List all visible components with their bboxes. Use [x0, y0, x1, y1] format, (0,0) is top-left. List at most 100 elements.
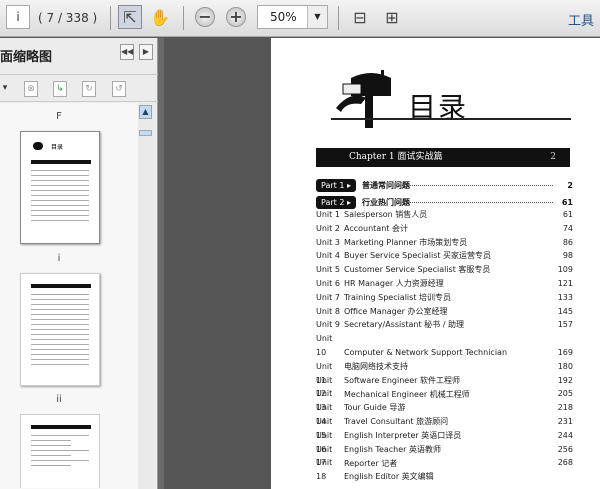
- expand-panel-button[interactable]: ▶: [139, 44, 153, 60]
- toc-unit[interactable]: Unit 7 Training Specialist 培训专员 133: [316, 291, 573, 305]
- unit-page: 157: [557, 320, 573, 330]
- unit-title: English Editor 英文编辑: [344, 472, 434, 482]
- tools-menu[interactable]: 工具: [568, 10, 594, 29]
- panel-title: 面缩略图: [0, 50, 53, 65]
- thumbnails-panel: 面缩略图 ◀◀ ▶ ▾ ⊗ ↳ ↻ ↺ F 目录 i ii ▲: [0, 38, 158, 489]
- fit-width-icon: ⊟: [353, 7, 367, 27]
- collapse-panel-button[interactable]: ◀◀: [120, 44, 134, 60]
- unit-title: Secretary/Assistant 秘书 / 助理: [344, 320, 464, 330]
- thumbnail-page-iii[interactable]: [20, 414, 100, 488]
- part-badge: Part 1 ▸: [316, 179, 356, 192]
- unit-number: Unit 18: [316, 458, 333, 482]
- unit-page: 74: [562, 223, 573, 233]
- unit-number: Unit 6: [316, 279, 340, 288]
- unit-page: 268: [557, 458, 573, 468]
- fit-page-button[interactable]: ⊞: [380, 5, 404, 29]
- leader-dots: [396, 185, 553, 186]
- unit-page: 61: [562, 210, 573, 219]
- unit-number: Unit 7: [316, 292, 340, 302]
- select-tool-button[interactable]: ⇱: [118, 5, 142, 29]
- unit-page: 205: [557, 389, 573, 399]
- toc-part[interactable]: Part 1 ▸ 普通常问问题 2: [316, 179, 573, 192]
- zoom-value: 50%: [270, 10, 297, 24]
- unit-title: Training Specialist 培训专员: [344, 292, 452, 302]
- thumbnail-page-i[interactable]: 目录: [20, 131, 100, 244]
- options-dropdown[interactable]: ▾: [0, 81, 12, 97]
- unit-title: Marketing Planner 市场策划专员: [344, 237, 468, 247]
- delete-page-icon[interactable]: ⊗: [24, 81, 38, 97]
- zoom-in-button[interactable]: +: [224, 5, 248, 29]
- unit-page: 231: [557, 417, 573, 426]
- scroll-up-icon[interactable]: ▲: [139, 105, 152, 119]
- leader-dots: [396, 202, 553, 203]
- part-page: 2: [567, 181, 573, 190]
- chapter-title: Chapter 1 面试实战篇: [349, 152, 443, 162]
- unit-page: 109: [557, 265, 573, 275]
- unit-title: Buyer Service Specialist 买家运营专员: [344, 251, 492, 261]
- unit-title: Computer & Network Support Technician: [344, 347, 508, 357]
- hand-icon: ✋: [150, 7, 170, 27]
- unit-number: Unit 2: [316, 223, 340, 233]
- unit-number: Unit 5: [316, 265, 340, 275]
- hand-tool-button[interactable]: ✋: [148, 5, 172, 29]
- toc-unit[interactable]: Unit 3 Marketing Planner 市场策划专员 86: [316, 236, 573, 250]
- unit-number: Unit 4: [316, 251, 340, 261]
- panel-toolbar: ▾ ⊗ ↳ ↻ ↺: [0, 74, 158, 102]
- title-rule: [331, 118, 571, 120]
- unit-number: Unit 3: [316, 237, 340, 247]
- unit-number: Unit 8: [316, 306, 340, 316]
- chapter-header: Chapter 1 面试实战篇 2: [316, 148, 570, 167]
- unit-page: 86: [562, 237, 573, 247]
- unit-title: HR Manager 人力资源经理: [344, 279, 444, 288]
- zoom-out-button[interactable]: −: [193, 5, 217, 29]
- plus-icon: +: [226, 7, 246, 27]
- toc-unit[interactable]: Unit 6 HR Manager 人力资源经理 121: [316, 277, 573, 291]
- unit-page: 133: [557, 292, 573, 302]
- document-page: 目录 Chapter 1 面试实战篇 2 Part 1 ▸ 普通常问问题 2 Part…: [271, 38, 600, 489]
- unit-title: Accountant 会计: [344, 223, 408, 233]
- zoom-select[interactable]: 50% ▼: [257, 5, 328, 29]
- page-number-input[interactable]: i: [6, 5, 30, 29]
- thumb-label: F: [56, 111, 62, 122]
- unit-page: 180: [557, 361, 573, 371]
- toc-unit[interactable]: Unit 5 Customer Service Specialist 客服专员 10…: [316, 263, 573, 277]
- unit-title: Office Manager 办公室经理: [344, 306, 448, 316]
- toc-unit[interactable]: Unit 9 Secretary/Assistant 秘书 / 助理 157: [316, 318, 573, 332]
- divider: [110, 6, 111, 30]
- toc-unit[interactable]: Unit 18 English Editor 英文编辑 268: [316, 456, 573, 484]
- panel-splitter[interactable]: [158, 38, 164, 489]
- unit-number: Unit 10: [316, 334, 333, 357]
- unit-page: 98: [562, 251, 573, 261]
- thumbnail-scrollbar[interactable]: ▲: [138, 103, 154, 489]
- page-count: ( 7 / 338 ): [38, 11, 98, 25]
- unit-title: Customer Service Specialist 客服专员: [344, 265, 491, 275]
- divider: [183, 6, 184, 30]
- extract-page-icon[interactable]: ↳: [53, 81, 67, 97]
- rotate-page-cw-icon[interactable]: ↺: [112, 81, 126, 97]
- divider: [338, 6, 339, 30]
- fit-page-icon: ⊞: [385, 7, 399, 27]
- thumb-label: ii: [56, 394, 62, 405]
- chevron-down-icon[interactable]: ▼: [307, 6, 327, 28]
- toc-unit[interactable]: Unit 8 Office Manager 办公室经理 145: [316, 305, 573, 319]
- rotate-page-icon[interactable]: ↻: [82, 81, 96, 97]
- thumbnail-list: F 目录 i ii: [0, 103, 138, 489]
- page-title: 目录: [408, 91, 469, 124]
- thumbnail-page-ii[interactable]: [20, 273, 100, 386]
- toc-unit[interactable]: Unit 1 Salesperson 销售人员 61: [316, 208, 573, 222]
- unit-page: 192: [557, 375, 573, 385]
- toolbar: i ( 7 / 338 ) ⇱ ✋ − + 50% ▼ ⊟ ⊞ 工具: [0, 0, 600, 37]
- toc-unit[interactable]: Unit 2 Accountant 会计 74: [316, 222, 573, 236]
- unit-number: Unit 9: [316, 320, 340, 330]
- unit-number: Unit 1: [316, 210, 340, 219]
- chapter-page: 2: [550, 152, 556, 162]
- unit-page: 169: [557, 347, 573, 357]
- toc-unit[interactable]: Unit 4 Buyer Service Specialist 买家运营专员 98: [316, 249, 573, 263]
- thumb-label: i: [57, 253, 61, 264]
- unit-page: 145: [557, 306, 573, 316]
- unit-page: 244: [557, 430, 573, 440]
- unit-page: 121: [557, 279, 573, 288]
- cursor-icon: ⇱: [123, 7, 137, 27]
- scroll-thumb[interactable]: [139, 130, 152, 136]
- fit-width-button[interactable]: ⊟: [348, 5, 372, 29]
